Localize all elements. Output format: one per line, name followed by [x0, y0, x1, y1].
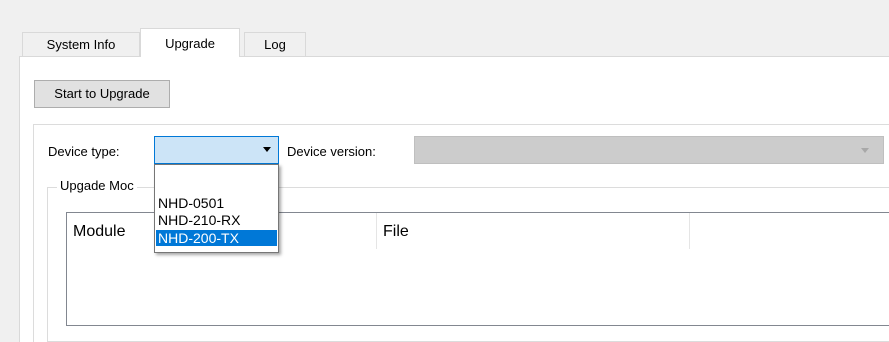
- device-type-label: Device type:: [48, 144, 120, 159]
- tab-system-info-label: System Info: [46, 37, 116, 52]
- upgrade-window: System Info Upgrade Log Start to Upgrade…: [0, 0, 889, 342]
- start-upgrade-button-label: Start to Upgrade: [54, 86, 150, 101]
- tab-upgrade-label: Upgrade: [165, 36, 215, 51]
- device-version-label: Device version:: [287, 144, 376, 159]
- chevron-down-icon[interactable]: [263, 147, 271, 152]
- chevron-down-icon: [861, 148, 869, 153]
- device-type-dropdown-list: NHD-0501 NHD-210-RX NHD-200-TX: [154, 164, 279, 253]
- column-header-file[interactable]: File: [377, 213, 690, 249]
- upgrade-module-legend: Upgade Moc: [57, 178, 137, 193]
- device-version-select[interactable]: [414, 136, 884, 164]
- column-header-empty[interactable]: [690, 213, 889, 249]
- tab-upgrade[interactable]: Upgrade: [140, 28, 240, 57]
- device-type-select[interactable]: [154, 136, 279, 164]
- dropdown-option-nhd-200-tx[interactable]: NHD-200-TX: [156, 230, 277, 246]
- start-upgrade-button[interactable]: Start to Upgrade: [34, 80, 170, 108]
- tab-log-label: Log: [264, 37, 286, 52]
- tab-system-info[interactable]: System Info: [22, 32, 140, 56]
- dropdown-option-nhd-0501[interactable]: NHD-0501: [156, 195, 277, 211]
- tab-log[interactable]: Log: [244, 32, 306, 56]
- dropdown-option-nhd-210-rx[interactable]: NHD-210-RX: [156, 212, 277, 228]
